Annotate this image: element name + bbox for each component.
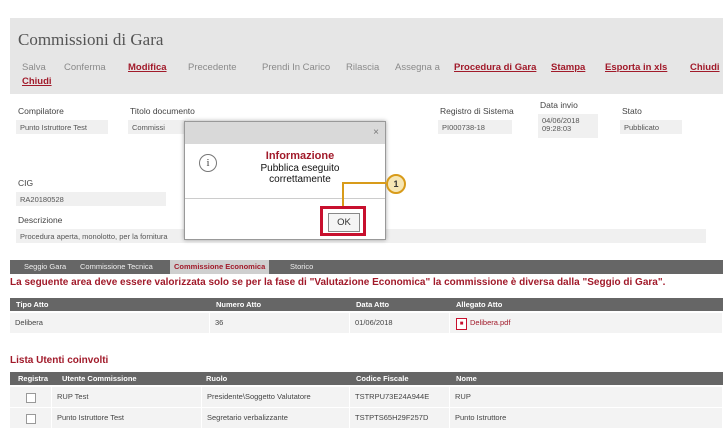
registra-checkbox[interactable] <box>26 393 36 403</box>
ok-button[interactable]: OK <box>328 213 360 232</box>
col-tipo-atto: Tipo Atto <box>16 300 49 309</box>
cell-codice-fiscale: TSTPTS65H29F257D <box>350 408 450 428</box>
close-icon[interactable]: × <box>373 127 379 138</box>
col-utente-commissione: Utente Commissione <box>62 374 137 383</box>
atti-table-header: Tipo Atto Numero Atto Data Atto Allegato… <box>10 298 723 311</box>
registro-label: Registro di Sistema <box>440 106 514 116</box>
chiudi-button[interactable]: Chiudi <box>22 76 52 87</box>
col-numero-atto: Numero Atto <box>216 300 262 309</box>
stampa-button[interactable]: Stampa <box>551 62 585 73</box>
precedente-button[interactable]: Precedente <box>188 62 237 73</box>
cell-ruolo: Segretario verbalizzante <box>202 408 350 428</box>
assegna-a-button[interactable]: Assegna a <box>395 62 440 73</box>
section-utenti-title: Lista Utenti coinvolti <box>10 355 109 366</box>
info-icon: i <box>199 154 217 172</box>
ok-highlight-box: OK <box>320 206 366 236</box>
cell-ruolo: Presidente\Soggetto Valutatore <box>202 387 350 407</box>
esporta-xls-button[interactable]: Esporta in xls <box>605 62 667 73</box>
registro-field: PI000738-18 <box>438 120 512 134</box>
compilatore-label: Compilatore <box>18 106 64 116</box>
tab-storico[interactable]: Storico <box>286 260 317 274</box>
col-allegato-atto: Allegato Atto <box>456 300 503 309</box>
col-codice-fiscale: Codice Fiscale <box>356 374 409 383</box>
salva-button[interactable]: Salva <box>22 62 46 73</box>
allegato-link[interactable]: Delibera.pdf <box>470 313 510 333</box>
conferma-button[interactable]: Conferma <box>64 62 106 73</box>
app-frame: Commissioni di Gara Salva Conferma Modif… <box>0 0 723 432</box>
table-row: Punto Istruttore Test Segretario verbali… <box>10 408 723 428</box>
col-ruolo: Ruolo <box>206 374 228 383</box>
cell-tipo-atto: Delibera <box>10 313 210 333</box>
col-registra: Registra <box>18 374 49 383</box>
titolo-documento-field: Commissi <box>128 120 186 134</box>
data-invio-label: Data invio <box>540 100 578 110</box>
data-invio-field: 04/06/2018 09:28:03 <box>538 114 598 138</box>
descrizione-label: Descrizione <box>18 215 63 225</box>
chiudi-right-button[interactable]: Chiudi <box>690 62 720 73</box>
dialog-header: × <box>185 122 385 144</box>
modifica-button[interactable]: Modifica <box>128 62 167 73</box>
registra-checkbox[interactable] <box>26 414 36 424</box>
cell-utente: Punto Istruttore Test <box>52 408 202 428</box>
page-title: Commissioni di Gara <box>18 30 164 49</box>
atti-table-row: Delibera 36 01/06/2018 ■ Delibera.pdf <box>10 313 723 333</box>
cig-field: RA20180528 <box>16 192 166 206</box>
cell-allegato-atto: ■ Delibera.pdf <box>450 313 723 333</box>
cell-registra <box>10 387 52 407</box>
cell-numero-atto: 36 <box>210 313 350 333</box>
col-nome: Nome <box>456 374 477 383</box>
data-invio-time: 09:28:03 <box>542 124 572 133</box>
titolo-documento-label: Titolo documento <box>130 106 195 116</box>
dialog-title: Informazione <box>265 150 335 162</box>
table-row: RUP Test Presidente\Soggetto Valutatore … <box>10 387 723 407</box>
cell-nome: RUP <box>450 387 723 407</box>
callout-badge: 1 <box>386 174 406 194</box>
cell-data-atto: 01/06/2018 <box>350 313 450 333</box>
compilatore-field: Punto Istruttore Test <box>16 120 108 134</box>
tab-seggio-gara[interactable]: Seggio Gara <box>20 260 70 274</box>
cell-registra <box>10 408 52 428</box>
stato-label: Stato <box>622 106 642 116</box>
tab-bar: Seggio Gara Commissione Tecnica Commissi… <box>10 260 723 274</box>
pdf-icon: ■ <box>456 318 467 330</box>
procedura-di-gara-button[interactable]: Procedura di Gara <box>454 62 536 73</box>
rilascia-button[interactable]: Rilascia <box>346 62 379 73</box>
tab-commissione-tecnica[interactable]: Commissione Tecnica <box>76 260 157 274</box>
utenti-table-header: Registra Utente Commissione Ruolo Codice… <box>10 372 723 385</box>
dialog-message-line1: Pubblica eseguito <box>260 163 340 174</box>
cig-label: CIG <box>18 178 34 188</box>
notice-text: La seguente area deve essere valorizzata… <box>10 277 666 288</box>
cell-codice-fiscale: TSTRPU73E24A944E <box>350 387 450 407</box>
callout-connector <box>342 182 386 206</box>
tab-commissione-economica[interactable]: Commissione Economica <box>170 260 270 274</box>
stato-field: Pubblicato <box>620 120 682 134</box>
col-data-atto: Data Atto <box>356 300 390 309</box>
cell-utente: RUP Test <box>52 387 202 407</box>
cell-nome: Punto Istruttore <box>450 408 723 428</box>
prendi-in-carico-button[interactable]: Prendi In Carico <box>262 62 330 73</box>
